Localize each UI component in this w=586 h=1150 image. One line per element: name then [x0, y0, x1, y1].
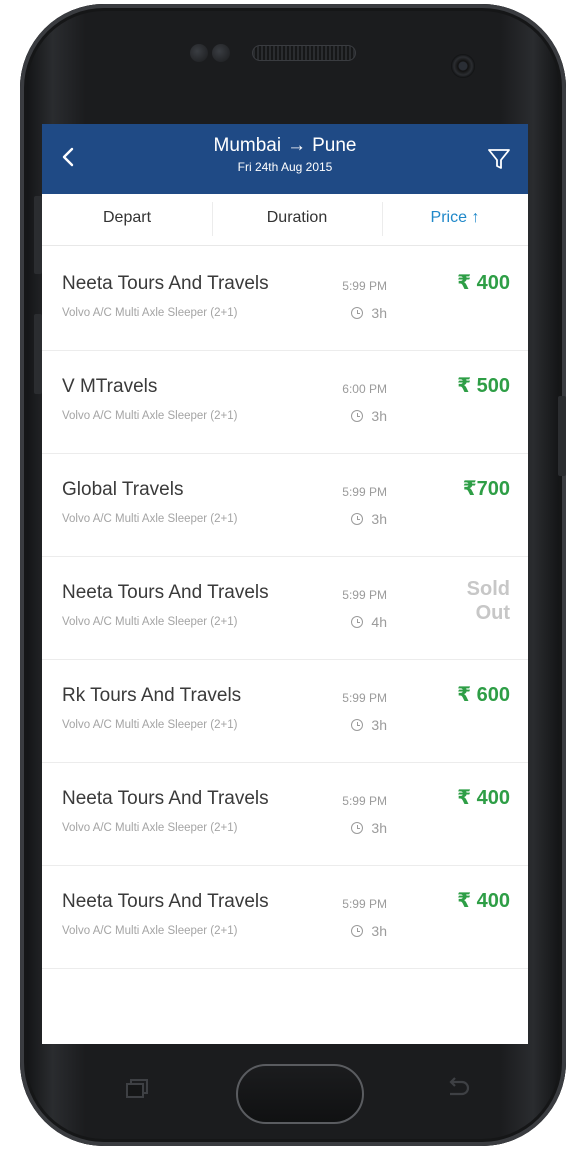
bus-row[interactable]: Global Travels Volvo A/C Multi Axle Slee…	[42, 454, 528, 557]
clock-icon	[351, 925, 364, 937]
duration: 3h	[332, 717, 387, 733]
sort-tab-duration[interactable]: Duration	[212, 194, 382, 246]
clock-icon	[351, 719, 364, 731]
bus-row[interactable]: Neeta Tours And Travels Volvo A/C Multi …	[42, 763, 528, 866]
duration-value: 4h	[371, 614, 387, 630]
filter-funnel-icon[interactable]	[484, 144, 514, 174]
operator-name: V MTravels	[62, 376, 158, 397]
app-header: Mumbai → Pune Fri 24th Aug 2015	[42, 124, 528, 194]
duration-value: 3h	[371, 820, 387, 836]
route-line: Mumbai → Pune	[42, 134, 528, 158]
clock-icon	[351, 822, 364, 834]
departure-time: 5:99 PM	[342, 485, 387, 499]
operator-name: Rk Tours And Travels	[62, 685, 242, 706]
sold-out-label: Sold Out	[466, 578, 510, 624]
clock-icon	[351, 307, 364, 319]
route-arrow-icon: →	[287, 135, 307, 156]
bus-type: Volvo A/C Multi Axle Sleeper (2+1)	[62, 307, 238, 319]
clock-icon	[351, 410, 364, 422]
bus-row[interactable]: Neeta Tours And Travels Volvo A/C Multi …	[42, 866, 528, 969]
origin-city: Mumbai	[213, 135, 282, 156]
sort-tab-price[interactable]: Price ↑	[382, 194, 528, 246]
bus-type: Volvo A/C Multi Axle Sleeper (2+1)	[62, 616, 238, 628]
duration-value: 3h	[371, 511, 387, 527]
bus-row[interactable]: V MTravels Volvo A/C Multi Axle Sleeper …	[42, 351, 528, 454]
duration-value: 3h	[371, 717, 387, 733]
bus-type: Volvo A/C Multi Axle Sleeper (2+1)	[62, 513, 238, 525]
bus-row[interactable]: Neeta Tours And Travels Volvo A/C Multi …	[42, 248, 528, 351]
clock-icon	[351, 513, 364, 525]
device-nav-bar	[42, 1044, 528, 1128]
duration: 3h	[332, 923, 387, 939]
operator-name: Neeta Tours And Travels	[62, 788, 269, 809]
sort-tab-depart[interactable]: Depart	[42, 194, 212, 246]
departure-time: 5:99 PM	[342, 897, 387, 911]
departure-time: 6:00 PM	[342, 382, 387, 396]
front-camera	[451, 54, 475, 78]
operator-name: Global Travels	[62, 479, 184, 500]
home-button[interactable]	[236, 1064, 364, 1124]
back-arrow-icon[interactable]	[444, 1076, 472, 1100]
operator-name: Neeta Tours And Travels	[62, 273, 269, 294]
departure-time: 5:99 PM	[342, 588, 387, 602]
route-title: Mumbai → Pune Fri 24th Aug 2015	[42, 134, 528, 175]
bus-type: Volvo A/C Multi Axle Sleeper (2+1)	[62, 719, 238, 731]
fare-price: ₹ 400	[457, 890, 510, 912]
sensor-dots	[190, 44, 236, 64]
duration: 3h	[332, 408, 387, 424]
duration: 3h	[332, 305, 387, 321]
departure-time: 5:99 PM	[342, 691, 387, 705]
duration: 3h	[332, 820, 387, 836]
fare-price: ₹ 400	[457, 272, 510, 294]
duration-value: 3h	[371, 923, 387, 939]
fare-price: ₹ 400	[457, 787, 510, 809]
app-screen: Mumbai → Pune Fri 24th Aug 2015 Depart Dur…	[42, 124, 528, 1044]
volume-up-button	[34, 196, 42, 274]
duration: 3h	[332, 511, 387, 527]
clock-icon	[351, 616, 364, 628]
departure-time: 5:99 PM	[342, 794, 387, 808]
recent-apps-icon[interactable]	[124, 1078, 150, 1100]
duration: 4h	[332, 614, 387, 630]
duration-value: 3h	[371, 408, 387, 424]
operator-name: Neeta Tours And Travels	[62, 891, 269, 912]
fare-price: ₹ 500	[457, 375, 510, 397]
fare-price: ₹700	[462, 478, 510, 500]
power-button	[558, 396, 566, 476]
sort-bar: Depart Duration Price ↑	[42, 194, 528, 246]
volume-down-button	[34, 314, 42, 394]
destination-city: Pune	[312, 135, 357, 156]
operator-name: Neeta Tours And Travels	[62, 582, 269, 603]
fare-price: ₹ 600	[457, 684, 510, 706]
bus-row[interactable]: Rk Tours And Travels Volvo A/C Multi Axl…	[42, 660, 528, 763]
travel-date: Fri 24th Aug 2015	[237, 160, 333, 174]
bus-type: Volvo A/C Multi Axle Sleeper (2+1)	[62, 822, 238, 834]
bus-row[interactable]: Neeta Tours And Travels Volvo A/C Multi …	[42, 557, 528, 660]
bus-type: Volvo A/C Multi Axle Sleeper (2+1)	[62, 410, 238, 422]
bus-list: Neeta Tours And Travels Volvo A/C Multi …	[42, 248, 528, 969]
bus-type: Volvo A/C Multi Axle Sleeper (2+1)	[62, 925, 238, 937]
earpiece-speaker	[252, 45, 356, 61]
duration-value: 3h	[371, 305, 387, 321]
departure-time: 5:99 PM	[342, 279, 387, 293]
